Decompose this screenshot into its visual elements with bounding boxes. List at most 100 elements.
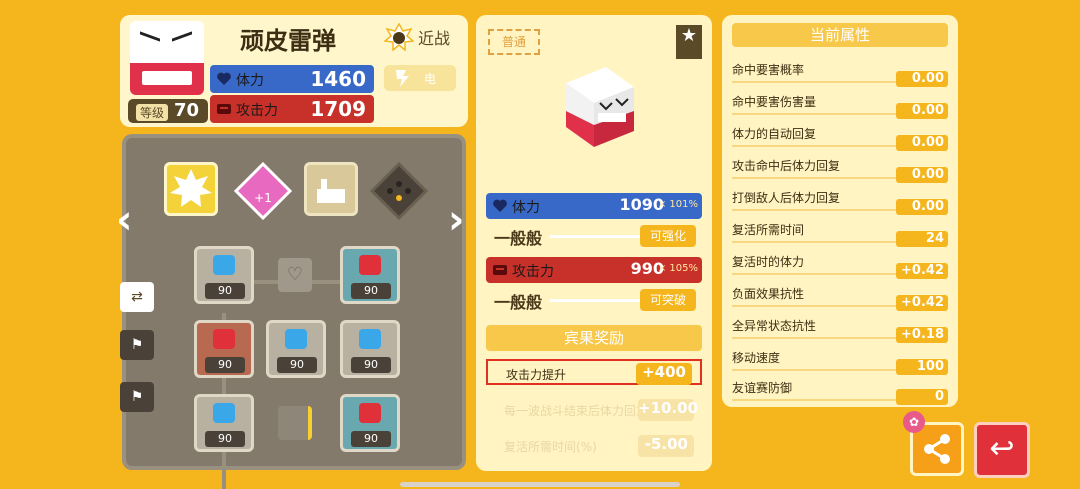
previous-pokemon-arrow[interactable]: ‹ bbox=[116, 200, 136, 240]
stone-hp-multiplier: × 101% bbox=[657, 199, 698, 210]
power-stone[interactable]: 90 bbox=[340, 394, 400, 452]
attribute-value: 0.00 bbox=[896, 103, 948, 119]
stone-attack-label: 攻击力 bbox=[512, 264, 554, 280]
hp-label: 体力 bbox=[236, 73, 264, 89]
link-plus-icon: +1 bbox=[233, 161, 293, 221]
burst-icon bbox=[170, 169, 212, 207]
move-slot-1[interactable] bbox=[164, 162, 218, 216]
bingo-bonus-inactive: 复活所需时间(%) -5.00 bbox=[486, 433, 702, 459]
side-tab-3[interactable]: ⚑ bbox=[120, 382, 154, 412]
bingo-bonus-active: 攻击力提升 +400 bbox=[486, 359, 702, 385]
attack-grade: 一般般 bbox=[494, 293, 543, 312]
type-chip: 电 bbox=[384, 65, 456, 91]
stone-attack-stat: 攻击力 990 × 105% bbox=[486, 257, 702, 283]
attribute-value: 0.00 bbox=[896, 199, 948, 215]
attribute-row: 复活时的体力 +0.42 bbox=[732, 251, 948, 279]
attribute-row: 移动速度 100 bbox=[732, 347, 948, 375]
bingo-bonus-header: 宾果奖励 bbox=[486, 325, 702, 351]
power-stone-board: +1 90 ♡ 90 90 90 90 90 90 bbox=[122, 134, 466, 489]
stone-level: 90 bbox=[205, 357, 245, 373]
empty-slot-bracket[interactable] bbox=[278, 406, 312, 440]
stone-hp-label: 体力 bbox=[512, 200, 540, 216]
pokemon-avatar bbox=[130, 21, 204, 95]
attribute-row: 负面效果抗性 +0.42 bbox=[732, 283, 948, 311]
bonus-value: -5.00 bbox=[638, 435, 694, 457]
attack-grade-row: 一般般 可突破 bbox=[486, 289, 702, 312]
pokemon-portrait bbox=[546, 53, 646, 153]
next-pokemon-arrow[interactable]: › bbox=[448, 200, 468, 240]
factory-icon bbox=[317, 179, 345, 203]
level-value: 70 bbox=[174, 100, 200, 121]
bonus-value: +10.00 bbox=[638, 399, 698, 421]
hp-stat: 体力 1460 bbox=[210, 65, 374, 93]
bingo-bonus-inactive: 每一波战斗结束后体力回复(%) +10.00 bbox=[486, 397, 702, 423]
attribute-value: 0.00 bbox=[896, 167, 948, 183]
attribute-label: 复活所需时间 bbox=[732, 223, 805, 237]
svg-text:+1: +1 bbox=[254, 191, 272, 205]
type-label: 电 bbox=[424, 72, 437, 86]
attribute-label: 打倒敌人后体力回复 bbox=[732, 191, 841, 205]
pokemon-profile-card: 等级 70 顽皮雷弹 近战 体力 1460 攻击力 1709 电 bbox=[120, 15, 468, 127]
attribute-label: 复活时的体力 bbox=[732, 255, 805, 269]
attribute-row: 命中要害概率 0.00 bbox=[732, 59, 948, 87]
attribute-label: 负面效果抗性 bbox=[732, 287, 805, 301]
attribute-value: +0.42 bbox=[896, 295, 948, 311]
rarity-tag: 普通 bbox=[488, 29, 540, 55]
stone-detail-card: 普通 ★ 体力 1090 × 101% 一般般 可强化 攻击力 990 × 10… bbox=[476, 15, 712, 471]
move-slot-3[interactable] bbox=[304, 162, 358, 216]
stone-level: 90 bbox=[205, 431, 245, 447]
power-stone[interactable]: 90 bbox=[194, 394, 254, 452]
favorite-star-icon[interactable]: ★ bbox=[676, 25, 702, 59]
attribute-row: 友谊赛防御 0 bbox=[732, 377, 948, 405]
attribute-row: 全异常状态抗性 +0.18 bbox=[732, 315, 948, 343]
breakthrough-button[interactable]: 可突破 bbox=[640, 289, 696, 311]
attribute-value: 0.00 bbox=[896, 135, 948, 151]
empty-hp-slot[interactable]: ♡ bbox=[278, 258, 312, 292]
enhance-button[interactable]: 可强化 bbox=[640, 225, 696, 247]
back-button[interactable]: ↩ bbox=[974, 422, 1030, 478]
stone-level: 90 bbox=[205, 283, 245, 299]
gift-icon: ✿ bbox=[903, 411, 925, 433]
locked-slot-icon bbox=[369, 161, 429, 221]
fist-icon bbox=[492, 262, 508, 278]
side-tab-2[interactable]: ⚑ bbox=[120, 330, 154, 360]
attribute-label: 移动速度 bbox=[732, 351, 781, 365]
attribute-label: 友谊赛防御 bbox=[732, 381, 793, 395]
move-slot-2[interactable]: +1 bbox=[233, 161, 293, 221]
move-slot-4[interactable] bbox=[369, 161, 429, 221]
power-stone[interactable]: 90 bbox=[194, 246, 254, 304]
stone-level: 90 bbox=[351, 357, 391, 373]
range-label: 近战 bbox=[418, 29, 451, 48]
attribute-row: 体力的自动回复 0.00 bbox=[732, 123, 948, 151]
heart-icon bbox=[216, 71, 232, 87]
attribute-value: 0.00 bbox=[896, 71, 948, 87]
attribute-row: 打倒敌人后体力回复 0.00 bbox=[732, 187, 948, 215]
power-stone[interactable]: 90 bbox=[266, 320, 326, 378]
attribute-row: 攻击命中后体力回复 0.00 bbox=[732, 155, 948, 183]
attribute-label: 命中要害伤害量 bbox=[732, 95, 817, 109]
attribute-row: 命中要害伤害量 0.00 bbox=[732, 91, 948, 119]
attribute-label: 命中要害概率 bbox=[732, 63, 805, 77]
power-stone[interactable]: 90 bbox=[340, 246, 400, 304]
attribute-label: 攻击命中后体力回复 bbox=[732, 159, 841, 173]
level-badge: 等级 70 bbox=[128, 99, 208, 123]
attribute-value: +0.18 bbox=[896, 327, 948, 343]
stone-hp-stat: 体力 1090 × 101% bbox=[486, 193, 702, 219]
power-stone[interactable]: 90 bbox=[340, 320, 400, 378]
stone-level: 90 bbox=[351, 283, 391, 299]
electric-icon bbox=[394, 68, 412, 92]
bonus-label: 复活所需时间(%) bbox=[504, 440, 597, 454]
home-indicator bbox=[400, 482, 680, 487]
pokemon-name: 顽皮雷弹 bbox=[240, 27, 336, 55]
swap-tab[interactable]: ⇄ bbox=[120, 282, 154, 312]
share-icon bbox=[924, 434, 950, 464]
attribute-label: 体力的自动回复 bbox=[732, 127, 817, 141]
attack-label: 攻击力 bbox=[236, 103, 278, 119]
attribute-value: 0 bbox=[896, 389, 948, 405]
attributes-title: 当前属性 bbox=[732, 23, 948, 47]
share-button[interactable]: ✿ bbox=[903, 411, 964, 476]
power-stone[interactable]: 90 bbox=[194, 320, 254, 378]
attribute-row: 复活所需时间 24 bbox=[732, 219, 948, 247]
melee-icon bbox=[383, 22, 415, 52]
stone-attack-multiplier: × 105% bbox=[657, 263, 698, 274]
